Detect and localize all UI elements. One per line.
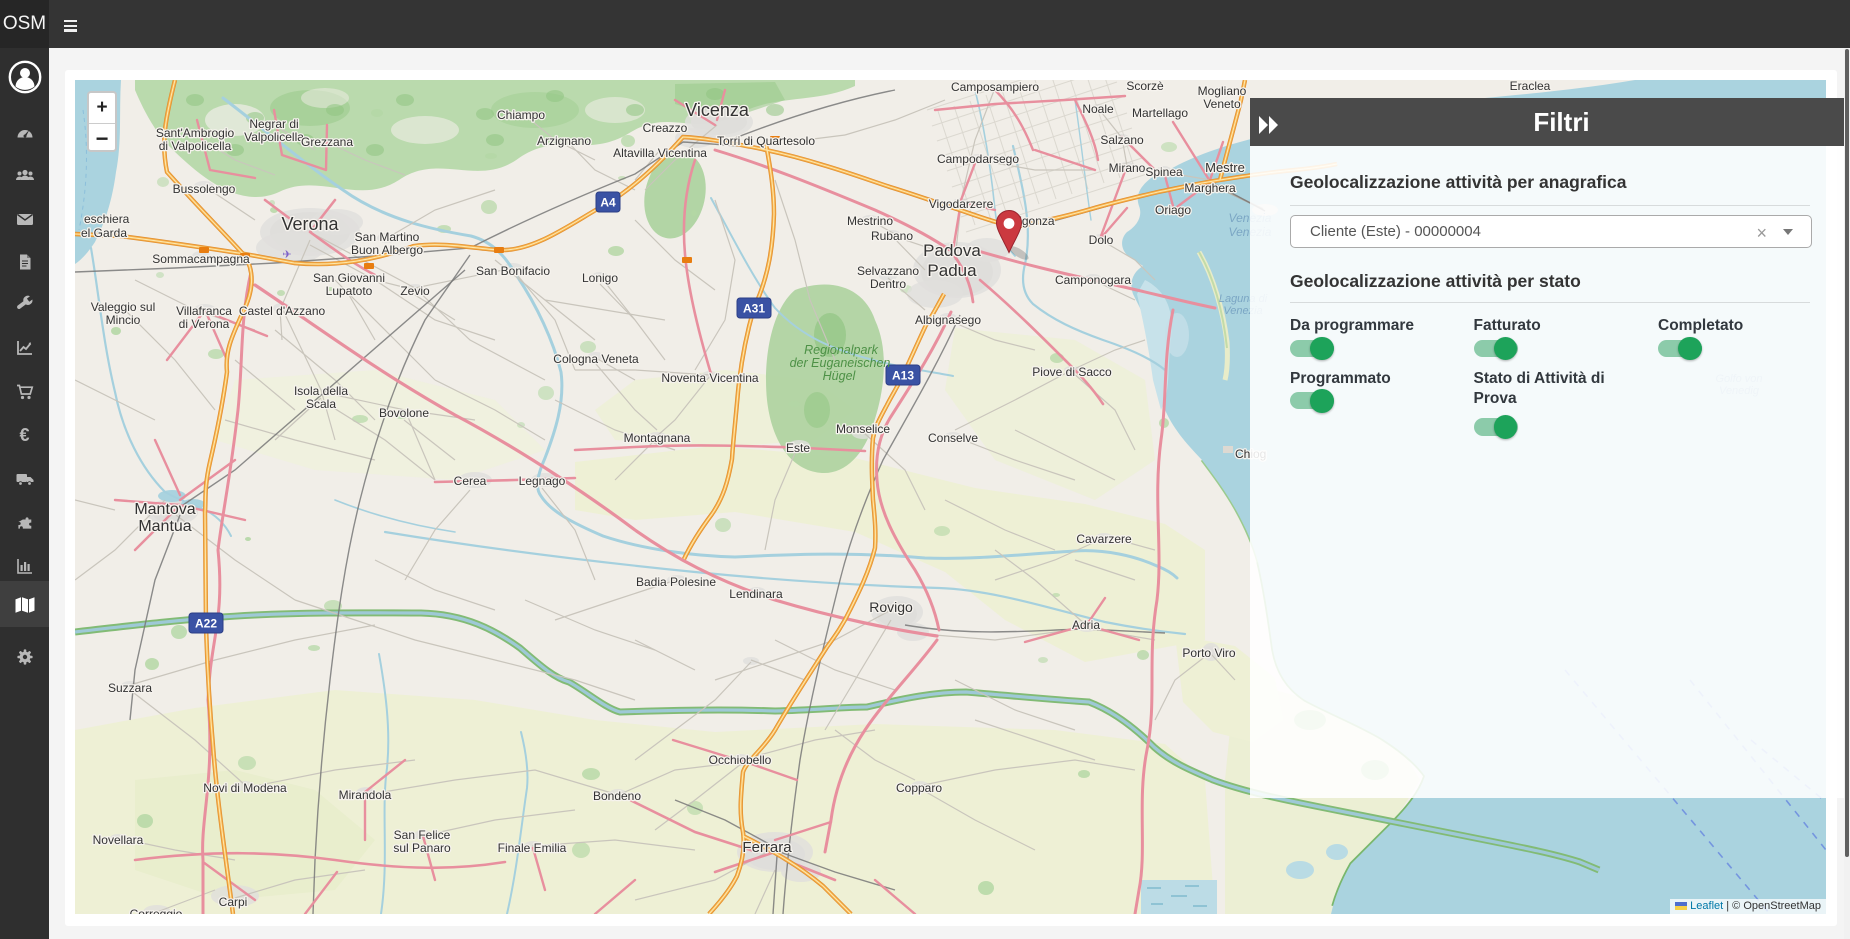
svg-text:Veneto: Veneto [1203, 97, 1241, 111]
svg-text:Padua: Padua [927, 261, 977, 280]
svg-text:Marghera: Marghera [1184, 181, 1236, 195]
svg-text:Martellago: Martellago [1132, 106, 1188, 120]
svg-text:Piove di Sacco: Piove di Sacco [1032, 365, 1112, 379]
svg-text:Lupatoto: Lupatoto [326, 284, 373, 298]
svg-text:San Giovanni: San Giovanni [313, 271, 385, 285]
svg-text:Buon Albergo: Buon Albergo [351, 243, 423, 257]
svg-text:Torri di Quartesolo: Torri di Quartesolo [717, 134, 815, 148]
svg-text:Noale: Noale [1082, 102, 1114, 116]
svg-text:Mestrino: Mestrino [847, 214, 893, 228]
svg-text:sul Panaro: sul Panaro [393, 841, 451, 855]
svg-text:Cerea: Cerea [454, 474, 487, 488]
svg-text:Altavilla Vicentina: Altavilla Vicentina [613, 146, 707, 160]
svg-text:Mirandola: Mirandola [339, 788, 392, 802]
svg-text:Castel d'Azzano: Castel d'Azzano [239, 304, 326, 318]
svg-text:Noventa Vicentina: Noventa Vicentina [661, 371, 759, 385]
svg-text:Dolo: Dolo [1089, 233, 1114, 247]
svg-text:Ferrara: Ferrara [742, 839, 792, 856]
svg-text:Porto Viro: Porto Viro [1182, 646, 1235, 660]
svg-text:Campodarsego: Campodarsego [937, 152, 1019, 166]
svg-text:der Euganeischen: der Euganeischen [790, 356, 891, 370]
svg-text:Rubano: Rubano [871, 229, 913, 243]
svg-text:Suzzara: Suzzara [108, 681, 152, 695]
svg-text:Mantua: Mantua [138, 518, 191, 535]
svg-text:Vigodarzere: Vigodarzere [929, 197, 994, 211]
svg-text:Legnago: Legnago [519, 474, 566, 488]
svg-text:A31: A31 [743, 302, 765, 316]
svg-text:Villafranca: Villafranca [176, 304, 232, 318]
svg-text:Sommacampagna: Sommacampagna [152, 252, 250, 266]
svg-text:di Verona: di Verona [179, 317, 230, 331]
svg-text:Rovigo: Rovigo [869, 599, 913, 615]
svg-text:eschiera: eschiera [84, 212, 130, 226]
svg-text:Bondeno: Bondeno [593, 789, 641, 803]
svg-text:Zevio: Zevio [400, 284, 430, 298]
svg-text:A22: A22 [195, 617, 217, 631]
svg-text:Conselve: Conselve [928, 431, 978, 445]
svg-text:Mincio: Mincio [106, 313, 141, 327]
svg-text:Copparo: Copparo [896, 781, 942, 795]
svg-text:Camposampiero: Camposampiero [951, 80, 1039, 94]
svg-text:Dentro: Dentro [870, 277, 906, 291]
svg-text:Este: Este [786, 441, 810, 455]
svg-text:Adria: Adria [1072, 618, 1100, 632]
svg-text:Salzano: Salzano [1100, 133, 1144, 147]
svg-text:Cologna Veneta: Cologna Veneta [553, 352, 639, 366]
svg-text:Isola della: Isola della [294, 384, 348, 398]
svg-text:Negrar di: Negrar di [249, 117, 298, 131]
svg-text:Mirano: Mirano [1109, 161, 1146, 175]
svg-text:Lendinara: Lendinara [729, 587, 783, 601]
svg-text:Mestre: Mestre [1205, 160, 1245, 175]
svg-text:Creazzo: Creazzo [643, 121, 688, 135]
svg-text:✈: ✈ [282, 249, 291, 261]
svg-text:Verona: Verona [281, 214, 339, 234]
svg-text:A13: A13 [892, 369, 914, 383]
svg-text:Selvazzano: Selvazzano [857, 264, 919, 278]
svg-text:Camponogara: Camponogara [1055, 273, 1131, 287]
svg-text:Monselice: Monselice [836, 422, 890, 436]
svg-text:Valpolicella: Valpolicella [244, 130, 304, 144]
svg-text:Montagnana: Montagnana [624, 431, 691, 445]
svg-text:Spinea: Spinea [1145, 165, 1183, 179]
svg-text:Chiampo: Chiampo [497, 108, 545, 122]
svg-text:San Felice: San Felice [394, 828, 451, 842]
svg-text:Scorzè: Scorzè [1126, 80, 1164, 93]
svg-text:Grezzana: Grezzana [301, 135, 353, 149]
svg-text:Mogliano: Mogliano [1198, 84, 1247, 98]
svg-text:San Bonifacio: San Bonifacio [476, 264, 550, 278]
svg-text:Albignasego: Albignasego [915, 313, 981, 327]
svg-text:Arzignano: Arzignano [537, 134, 591, 148]
svg-text:Regionalpark: Regionalpark [804, 343, 878, 357]
svg-text:Novellara: Novellara [93, 833, 144, 847]
svg-text:Valeggio sul: Valeggio sul [91, 300, 156, 314]
svg-text:Sant'Ambrogio: Sant'Ambrogio [156, 126, 235, 140]
svg-text:A4: A4 [600, 196, 616, 210]
svg-text:Lonigo: Lonigo [582, 271, 618, 285]
svg-text:Hügel: Hügel [823, 369, 857, 383]
svg-text:Bovolone: Bovolone [379, 406, 429, 420]
svg-text:Eraclea: Eraclea [1510, 80, 1551, 93]
svg-text:Scala: Scala [306, 397, 336, 411]
svg-text:Carpi: Carpi [219, 895, 248, 909]
svg-text:Padova: Padova [923, 241, 981, 260]
svg-text:Bussolengo: Bussolengo [173, 182, 236, 196]
svg-text:Oriago: Oriago [1155, 203, 1191, 217]
svg-text:Novi di Modena: Novi di Modena [203, 781, 287, 795]
svg-text:Vicenza: Vicenza [685, 100, 750, 120]
svg-text:San Martino: San Martino [355, 230, 420, 244]
svg-text:Finale Emilia: Finale Emilia [498, 841, 567, 855]
svg-text:Badia Polesine: Badia Polesine [636, 575, 716, 589]
svg-text:Cavarzere: Cavarzere [1076, 532, 1132, 546]
svg-text:Occhiobello: Occhiobello [709, 753, 772, 767]
svg-text:Correggio: Correggio [130, 907, 183, 914]
svg-text:di Valpolicella: di Valpolicella [159, 139, 232, 153]
svg-text:el Garda: el Garda [81, 226, 127, 240]
svg-text:Mantova: Mantova [134, 501, 195, 518]
